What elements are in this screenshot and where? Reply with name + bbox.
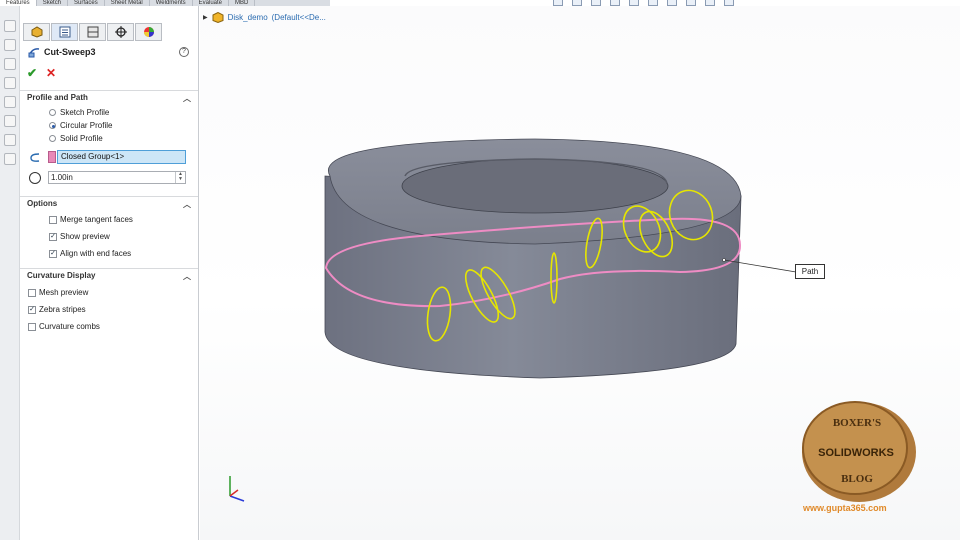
radio-solid-profile[interactable]: Solid Profile [49, 134, 103, 143]
disk-body[interactable] [324, 138, 742, 379]
strip-icon-4[interactable] [4, 77, 16, 89]
strip-icon-6[interactable] [4, 115, 16, 127]
checkbox-label: Align with end faces [60, 249, 132, 258]
help-icon[interactable]: ? [179, 47, 189, 57]
checkbox-box[interactable]: ✓ [49, 249, 57, 258]
merge-tangent-faces-checkbox[interactable]: Merge tangent faces [49, 215, 133, 224]
curvature-display-title: Curvature Display [27, 271, 96, 280]
property-manager-tab[interactable] [51, 23, 78, 41]
strip-icon-5[interactable] [4, 96, 16, 108]
checkbox-box[interactable]: ✓ [49, 232, 57, 241]
dimxpert-tab[interactable] [107, 23, 134, 41]
diameter-icon [29, 172, 41, 184]
spinner-arrows-icon[interactable]: ▲ ▼ [175, 172, 185, 183]
options-header[interactable]: Options ︿ [20, 196, 198, 210]
radio-circular-profile[interactable]: Circular Profile [49, 121, 112, 130]
radio-label: Sketch Profile [60, 108, 110, 117]
options-title: Options [27, 199, 58, 208]
profile-and-path-title: Profile and Path [27, 93, 88, 102]
checkbox-box[interactable] [49, 215, 57, 224]
config-manager-icon [87, 26, 98, 38]
strip-icon-8[interactable] [4, 153, 16, 165]
property-manager-icon [59, 26, 70, 38]
left-tool-strip [0, 6, 20, 540]
curvature-combs-checkbox[interactable]: Curvature combs [28, 322, 100, 331]
radio-sketch-profile[interactable]: Sketch Profile [49, 108, 109, 117]
checkbox-box[interactable]: ✓ [28, 305, 36, 314]
strip-icon-3[interactable] [4, 58, 16, 70]
collapse-chevron-icon[interactable]: ︿ [183, 93, 191, 104]
feature-manager-icon [31, 26, 42, 38]
profile-and-path-header[interactable]: Profile and Path ︿ [20, 90, 198, 104]
axis-triad [229, 476, 245, 502]
path-callout-label[interactable]: Path [795, 264, 825, 279]
align-with-end-faces-checkbox[interactable]: ✓ Align with end faces [49, 249, 131, 258]
logo-middle-text: SOLIDWORKS [818, 447, 894, 459]
display-manager-icon [143, 27, 154, 37]
checkbox-label: Mesh preview [39, 288, 89, 297]
mesh-preview-checkbox[interactable]: Mesh preview [28, 288, 88, 297]
show-preview-checkbox[interactable]: ✓ Show preview [49, 232, 110, 241]
strip-icon-2[interactable] [4, 39, 16, 51]
strip-icon-1[interactable] [4, 20, 16, 32]
config-manager-tab[interactable] [79, 23, 106, 41]
curvature-display-header[interactable]: Curvature Display ︿ [20, 268, 198, 282]
radio-dot[interactable] [49, 109, 56, 116]
radio-dot[interactable] [49, 122, 56, 129]
checkbox-label: Curvature combs [39, 322, 100, 331]
diameter-value: 1.00in [51, 173, 73, 182]
checkbox-label: Merge tangent faces [60, 215, 133, 224]
display-manager-tab[interactable] [135, 23, 162, 41]
radio-label: Solid Profile [60, 134, 103, 143]
cancel-icon[interactable]: ✕ [46, 66, 56, 80]
panel-tabs [23, 23, 162, 41]
feature-title: Cut-Sweep3 [28, 46, 96, 58]
path-color-swatch [48, 151, 56, 163]
path-selection-field[interactable]: Closed Group<1> [57, 150, 186, 164]
checkbox-box[interactable] [28, 322, 36, 331]
diameter-input[interactable]: 1.00in ▲ ▼ [48, 171, 186, 184]
path-icon [30, 153, 40, 162]
zebra-stripes-checkbox[interactable]: ✓ Zebra stripes [28, 305, 86, 314]
radio-dot[interactable] [49, 135, 56, 142]
logo-top-text: BOXER'S [833, 417, 881, 429]
property-manager-panel: Cut-Sweep3 ? ✔ ✕ Profile and Path ︿ Sket… [20, 6, 199, 540]
boxers-blog-logo: BOXER'S SOLIDWORKS BLOG [802, 401, 916, 502]
watermark-url: www.gupta365.com [803, 503, 887, 513]
checkbox-box[interactable] [28, 288, 36, 297]
radio-label: Circular Profile [60, 121, 113, 130]
strip-icon-7[interactable] [4, 134, 16, 146]
logo-bottom-text: BLOG [841, 473, 873, 485]
collapse-chevron-icon[interactable]: ︿ [183, 271, 191, 282]
ok-icon[interactable]: ✔ [27, 66, 37, 80]
checkbox-label: Zebra stripes [39, 305, 86, 314]
checkbox-label: Show preview [60, 232, 110, 241]
feature-name: Cut-Sweep3 [44, 47, 96, 57]
callout-anchor [722, 258, 726, 262]
collapse-chevron-icon[interactable]: ︿ [183, 199, 191, 210]
feature-manager-tab[interactable] [23, 23, 50, 41]
disk-hole[interactable] [401, 158, 669, 214]
cut-sweep-icon [28, 48, 40, 58]
dimxpert-icon [114, 26, 127, 38]
